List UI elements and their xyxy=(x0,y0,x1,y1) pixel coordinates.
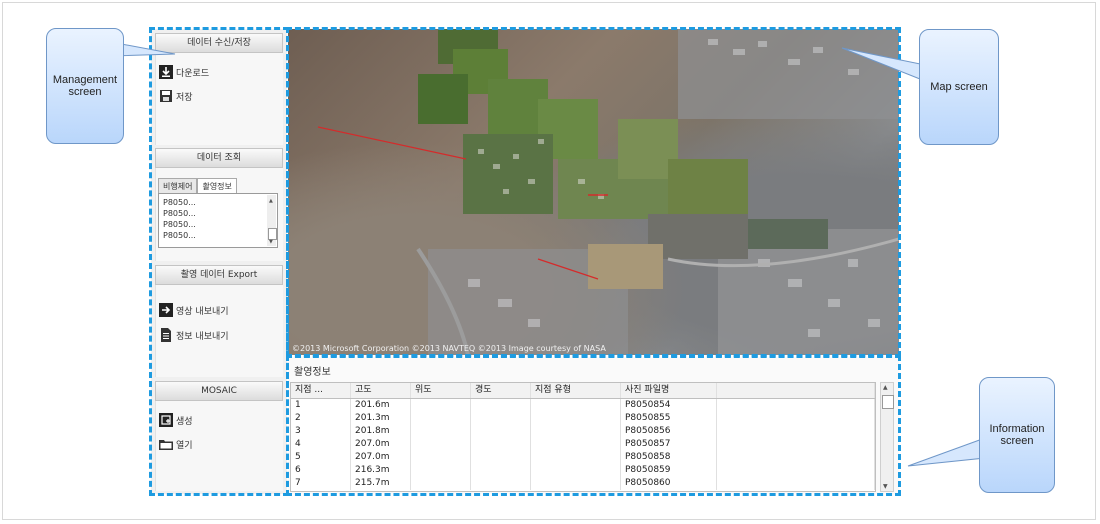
map-callout-label: Map screen xyxy=(930,81,988,93)
information-callout: Information screen xyxy=(979,377,1055,493)
management-callout: Management screen xyxy=(46,28,124,144)
map-callout: Map screen xyxy=(919,29,999,145)
management-callout-label: Management screen xyxy=(52,74,118,98)
information-callout-label: Information screen xyxy=(989,423,1045,447)
